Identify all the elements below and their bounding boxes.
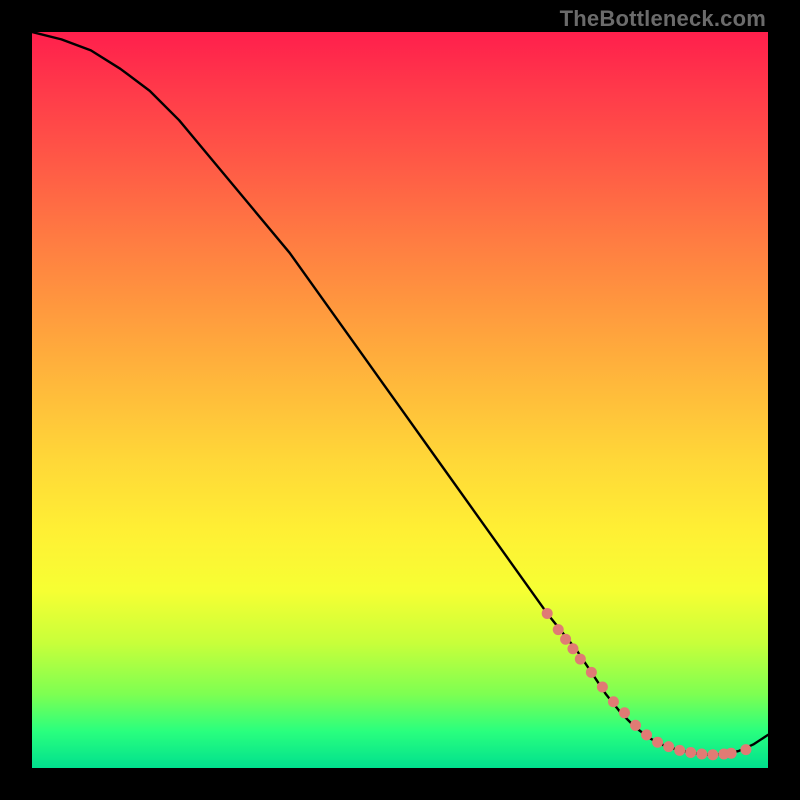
marker-dot <box>597 682 608 693</box>
marker-dot <box>619 707 630 718</box>
marker-dot <box>718 749 729 760</box>
marker-dot <box>608 696 619 707</box>
marker-dot <box>674 745 685 756</box>
marker-dot <box>630 720 641 731</box>
marker-dot <box>707 749 718 760</box>
marker-dot <box>542 608 553 619</box>
marker-dot <box>560 634 571 645</box>
marker-dot <box>553 624 564 635</box>
chart-frame: TheBottleneck.com <box>0 0 800 800</box>
marker-dot <box>575 654 586 665</box>
marker-dot <box>663 741 674 752</box>
curve-layer <box>32 32 768 768</box>
marker-dot <box>696 749 707 760</box>
marker-dots <box>542 608 752 760</box>
marker-dot <box>726 748 737 759</box>
watermark-text: TheBottleneck.com <box>560 6 766 32</box>
marker-dot <box>586 667 597 678</box>
bottleneck-curve <box>32 32 768 755</box>
marker-dot <box>685 747 696 758</box>
marker-dot <box>567 643 578 654</box>
marker-dot <box>652 737 663 748</box>
marker-dot <box>740 744 751 755</box>
marker-dot <box>641 729 652 740</box>
plot-area <box>32 32 768 768</box>
